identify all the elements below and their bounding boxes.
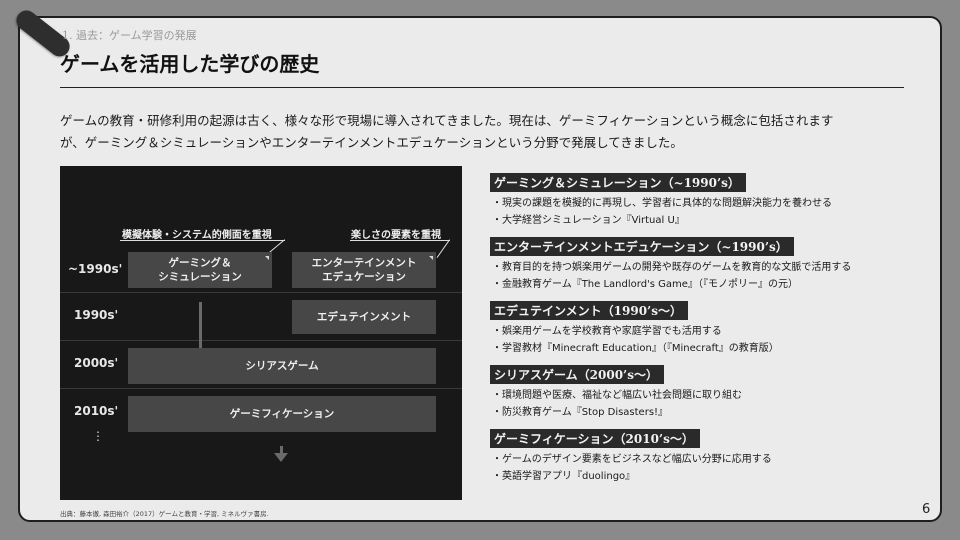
box-line: ゲーミング＆ — [168, 257, 232, 269]
box-line: エデュケーション — [322, 271, 406, 283]
topic-item: ・金融教育ゲーム『The Landlord's Game』（『モノポリー』の元） — [492, 279, 798, 290]
topic-heading: ゲーミング＆シミュレーション（~1990’s） — [490, 173, 746, 192]
slide: 1. 過去：ゲーム学習の発展 ゲームを活用した学びの歴史 ゲームの教育・研修利用… — [12, 6, 942, 522]
topic-edutainment: エデュテインメント（1990’s〜） ・娯楽用ゲームを学校教育や家庭学習でも活用… — [490, 300, 930, 357]
box-gaming-simulation: ゲーミング＆ シミュレーション — [128, 252, 272, 288]
era-label-pre1990: ~1990s' — [68, 262, 123, 276]
topic-entertainment-education: エンターテインメントエデュケーション（~1990’s） ・教育目的を持つ娯楽用ゲ… — [490, 236, 930, 293]
callout-pointer — [436, 239, 450, 259]
row-divider — [60, 292, 462, 293]
box-label: ゲーミフィケーション — [229, 408, 335, 420]
topic-heading: エデュテインメント（1990’s〜） — [490, 301, 688, 320]
box-label: シリアスゲーム — [245, 360, 319, 372]
topic-list: ゲーミング＆シミュレーション（~1990’s） ・現実の課題を模擬的に再現し、学… — [490, 172, 930, 492]
intro-line-1: ゲームの教育・研修利用の起源は古く、様々な形で現場に導入されてきました。現在は、… — [60, 113, 834, 128]
topic-item: ・現実の課題を模擬的に再現し、学習者に具体的な問題解決能力を養わせる — [492, 198, 832, 209]
continuation-dots: ⋮ — [92, 429, 104, 443]
arrow-down-icon — [274, 453, 288, 462]
box-line: エンターテインメント — [311, 257, 417, 269]
era-label-2000s: 2000s' — [74, 356, 119, 370]
topic-item: ・大学経営シミュレーション『Virtual U』 — [492, 215, 685, 226]
topic-item: ・防災教育ゲーム『Stop Disasters!』 — [492, 407, 669, 418]
topic-serious-games: シリアスゲーム（2000’s〜） ・環境問題や医療、福祉など幅広い社会問題に取り… — [490, 364, 930, 421]
corner-mark-icon — [265, 256, 269, 260]
era-label-2010s: 2010s' — [74, 404, 119, 418]
row-divider — [60, 388, 462, 389]
intro-line-2: が、ゲーミング＆シミュレーションやエンターテインメントエデュケーションという分野… — [60, 135, 683, 150]
topic-gaming-simulation: ゲーミング＆シミュレーション（~1990’s） ・現実の課題を模擬的に再現し、学… — [490, 172, 930, 229]
source-citation: 出典：藤本徹, 森田裕介（2017）ゲームと教育・学習, ミネルヴァ書房. — [60, 510, 269, 518]
box-label: エデュテインメント — [316, 311, 412, 323]
topic-item: ・娯楽用ゲームを学校教育や家庭学習でも活用する — [492, 326, 722, 337]
title-divider — [60, 87, 904, 88]
row-divider — [60, 340, 462, 341]
section-label: 1. 過去：ゲーム学習の発展 — [62, 29, 197, 42]
callout-underline — [120, 240, 285, 241]
topic-item: ・学習教材『Minecraft Education』（『Minecraft』の教… — [492, 343, 779, 354]
box-line: シミュレーション — [158, 271, 242, 283]
topic-item: ・教育目的を持つ娯楽用ゲームの開発や既存のゲームを教育的な文脈で活用する — [492, 262, 852, 273]
arrow-shaft — [199, 302, 202, 354]
topic-heading: ゲーミフィケーション（2010’s〜） — [490, 429, 700, 448]
topic-heading: シリアスゲーム（2000’s〜） — [490, 365, 664, 384]
callout-underline — [350, 240, 450, 241]
topic-gamification: ゲーミフィケーション（2010’s〜） ・ゲームのデザイン要素をビジネスなど幅広… — [490, 428, 930, 485]
callout-fun: 楽しさの要素を重視 — [351, 230, 441, 241]
topic-item: ・英語学習アプリ『duolingo』 — [492, 471, 636, 482]
topic-item: ・ゲームのデザイン要素をビジネスなど幅広い分野に応用する — [492, 454, 772, 465]
history-diagram: 模擬体験・システム的側面を重視 楽しさの要素を重視 ~1990s' 1990s'… — [60, 166, 462, 500]
corner-mark-icon — [429, 256, 433, 260]
box-serious-games: シリアスゲーム — [128, 348, 436, 384]
topic-item: ・環境問題や医療、福祉など幅広い社会問題に取り組む — [492, 390, 742, 401]
box-edutainment: エデュテインメント — [292, 300, 436, 334]
page-number: 6 — [922, 502, 931, 517]
intro-text: ゲームの教育・研修利用の起源は古く、様々な形で現場に導入されてきました。現在は、… — [60, 110, 910, 154]
box-entertainment-education: エンターテインメント エデュケーション — [292, 252, 436, 288]
topic-heading: エンターテインメントエデュケーション（~1990’s） — [490, 237, 794, 256]
box-gamification: ゲーミフィケーション — [128, 396, 436, 432]
callout-simulation: 模擬体験・システム的側面を重視 — [122, 230, 272, 241]
page-title: ゲームを活用した学びの歴史 — [60, 52, 320, 76]
era-label-1990s: 1990s' — [74, 308, 119, 322]
